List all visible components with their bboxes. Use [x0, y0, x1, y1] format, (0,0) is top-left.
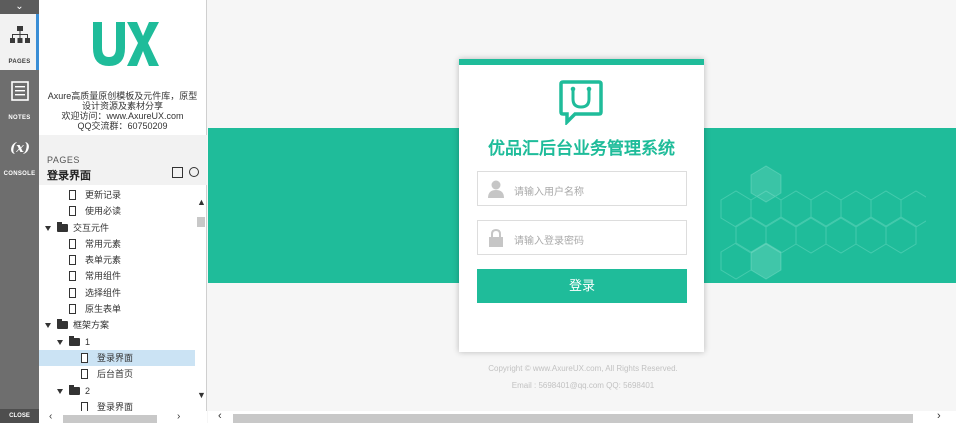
notes-tab[interactable]: NOTES — [0, 70, 39, 126]
expand-arrow-icon[interactable] — [45, 225, 51, 231]
scroll-left-icon[interactable]: ‹ — [49, 411, 52, 422]
tree-folder-row[interactable]: 1 — [39, 334, 195, 350]
current-page-title: 登录界面 — [47, 170, 91, 182]
folder-icon — [69, 335, 80, 346]
page-icon — [69, 271, 76, 282]
tree-item-label: 常用元素 — [85, 238, 122, 249]
close-button[interactable]: CLOSE — [0, 409, 39, 423]
page-icon — [69, 255, 76, 266]
password-field[interactable]: 请输入登录密码 — [477, 220, 687, 255]
folder-icon — [57, 221, 68, 232]
tree-item-label: 更新记录 — [85, 190, 122, 200]
sitemap-icon — [9, 26, 30, 43]
login-card: 优品汇后台业务管理系统 请输入用户名称 请输入登录密码 登录 — [459, 59, 704, 352]
scroll-right-icon[interactable]: › — [937, 410, 941, 422]
folder-icon — [69, 384, 80, 395]
tree-page-row[interactable]: 后台首页 — [39, 366, 195, 382]
tree-page-row[interactable]: 常用组件 — [39, 268, 195, 284]
expand-arrow-icon[interactable] — [57, 339, 63, 345]
pages-caption: PAGES — [47, 155, 80, 165]
scroll-right-icon[interactable]: › — [177, 411, 180, 422]
tree-folder-row[interactable]: 2 — [39, 383, 195, 399]
brand-block: Axure高质量原创模板及元件库，原型 设计资源及素材分享 欢迎访问：www.A… — [39, 0, 206, 135]
tree-item-label: 登录界面 — [97, 352, 134, 363]
scroll-down-icon[interactable]: ▼ — [197, 390, 206, 400]
variable-x-icon: (x) — [9, 141, 29, 156]
copyright-text: Copyright © www.AxureUX.com, All Rights … — [488, 364, 678, 373]
notes-tab-label: NOTES — [8, 115, 31, 121]
tree-item-label: 框架方案 — [73, 320, 110, 331]
open-external-icon[interactable] — [172, 167, 183, 178]
card-top-bar — [459, 59, 704, 65]
tree-page-row[interactable]: 使用必读 — [39, 203, 195, 219]
scroll-up-icon[interactable]: ▲ — [197, 197, 206, 207]
page-icon — [69, 287, 76, 298]
tree-item-label: 原生表单 — [85, 304, 122, 315]
scroll-thumb[interactable] — [63, 415, 157, 423]
scroll-thumb[interactable] — [197, 217, 205, 227]
username-field[interactable]: 请输入用户名称 — [477, 171, 687, 206]
page-icon — [81, 369, 88, 380]
scroll-thumb[interactable] — [233, 414, 913, 423]
tree-item-label: 后台首页 — [97, 369, 134, 380]
console-tab-label: CONSOLE — [3, 171, 36, 177]
tree-item-label: 使用必读 — [85, 206, 122, 217]
brand-line-2: 设计资源及素材分享 — [81, 101, 163, 111]
brand-line-3: 欢迎访问：www.AxureUX.com — [61, 111, 184, 121]
hexagon-pattern — [720, 165, 926, 280]
tree-item-label: 常用组件 — [85, 271, 122, 282]
tool-rail: ⌄ PAGES NOTES (x) CONSOLE CLOSE — [0, 0, 39, 423]
tree-page-row[interactable]: 更新记录 — [39, 187, 195, 203]
page-icon — [81, 352, 88, 363]
user-icon — [488, 180, 504, 198]
scroll-left-icon[interactable]: ‹ — [218, 410, 222, 422]
page-icon — [69, 190, 76, 200]
console-tab[interactable]: (x) CONSOLE — [0, 126, 39, 182]
brand-line-4: QQ交流群：60750209 — [77, 121, 168, 131]
tree-folder-row[interactable]: 交互元件 — [39, 220, 195, 236]
folder-icon — [57, 319, 68, 330]
ux-logo — [92, 22, 159, 66]
tree-item-label: 1 — [85, 336, 91, 347]
page-icon — [69, 238, 76, 249]
expand-arrow-icon[interactable] — [57, 388, 63, 394]
sitemap-panel: Axure高质量原创模板及元件库，原型 设计资源及素材分享 欢迎访问：www.A… — [39, 0, 207, 423]
prototype-canvas: 优品汇后台业务管理系统 请输入用户名称 请输入登录密码 登录 Copyright… — [208, 0, 956, 411]
notes-icon — [10, 81, 29, 101]
lock-icon — [489, 229, 503, 247]
tree-item-label: 交互元件 — [73, 222, 110, 233]
tree-page-row[interactable]: 登录界面 — [39, 349, 195, 367]
tree-vertical-scrollbar[interactable]: ▲ ▼ — [195, 187, 207, 412]
tree-page-row[interactable]: 表单元素 — [39, 252, 195, 268]
tree-page-row[interactable]: 常用元素 — [39, 236, 195, 252]
tree-page-row[interactable]: 选择组件 — [39, 285, 195, 301]
pages-header: PAGES 登录界面 — [39, 135, 207, 185]
tree-page-row[interactable]: 原生表单 — [39, 301, 195, 317]
expand-arrow-icon[interactable] — [45, 323, 51, 329]
canvas-horizontal-scrollbar[interactable]: ‹ › — [208, 410, 956, 423]
tree-item-label: 表单元素 — [85, 255, 122, 266]
system-title: 优品汇后台业务管理系统 — [488, 139, 675, 158]
collapse-chevron-icon[interactable]: ⌄ — [0, 0, 39, 14]
page-tree: 更新记录使用必读交互元件常用元素表单元素常用组件选择组件原生表单框架方案 1 登录界… — [39, 187, 195, 412]
pages-tab[interactable]: PAGES — [0, 14, 39, 70]
brand-chat-icon — [559, 80, 603, 125]
tree-folder-row[interactable]: 框架方案 — [39, 317, 195, 333]
tree-item-label: 选择组件 — [85, 287, 122, 298]
brand-line-1: Axure高质量原创模板及元件库，原型 — [47, 91, 198, 101]
tree-horizontal-scrollbar[interactable]: ‹ › — [39, 411, 207, 423]
pages-tab-label: PAGES — [8, 59, 31, 65]
contact-text: Email : 5698401@qq.com QQ: 5698401 — [511, 381, 655, 390]
password-placeholder: 请输入登录密码 — [514, 236, 584, 247]
svg-text:(x): (x) — [9, 141, 29, 156]
username-placeholder: 请输入用户名称 — [514, 187, 584, 198]
page-icon — [69, 304, 76, 315]
page-icon — [69, 206, 76, 217]
tree-item-label: 2 — [85, 385, 91, 396]
login-button[interactable]: 登录 — [477, 269, 687, 303]
search-icon[interactable] — [189, 167, 199, 177]
